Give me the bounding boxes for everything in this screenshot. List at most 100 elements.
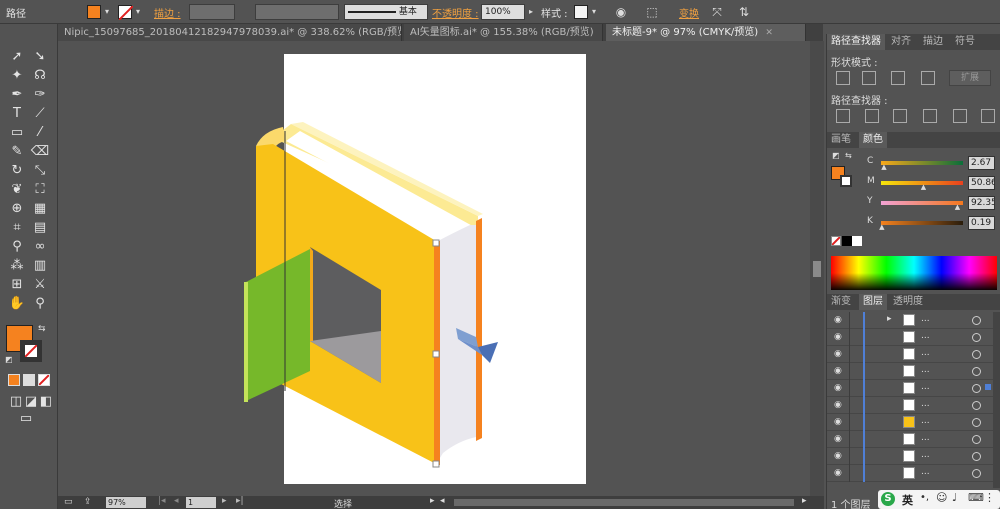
layers-scrollbar[interactable] bbox=[993, 312, 1000, 488]
layer-row[interactable]: ◉... bbox=[827, 448, 993, 465]
ime-menu-icon[interactable]: ⋮ bbox=[984, 491, 995, 504]
status-menu-icon[interactable]: ▸ bbox=[430, 496, 435, 506]
tab-gradient[interactable]: 渐变 bbox=[827, 294, 855, 310]
layer-row[interactable]: ◉... bbox=[827, 346, 993, 363]
zoom-tool-icon[interactable]: ⚲ bbox=[30, 295, 50, 313]
column-graph-tool-icon[interactable]: ▥ bbox=[30, 257, 50, 275]
black-swatch[interactable] bbox=[842, 236, 852, 246]
shape-builder-tool-icon[interactable]: ⊕ bbox=[7, 200, 27, 218]
vertical-scrollbar[interactable] bbox=[810, 41, 824, 496]
stroke-color-box[interactable] bbox=[20, 340, 42, 362]
layer-row[interactable]: ◉... bbox=[827, 329, 993, 346]
recolor-artwork-icon[interactable]: ◉ bbox=[612, 3, 630, 21]
target-circle-icon[interactable] bbox=[972, 452, 981, 461]
tab-symbols[interactable]: 符号 bbox=[951, 34, 979, 50]
expand-triangle-icon[interactable]: ▸ bbox=[887, 314, 892, 324]
ime-mode-label[interactable]: 英 bbox=[902, 492, 913, 508]
magic-wand-tool-icon[interactable]: ✦ bbox=[7, 67, 27, 85]
tab-brushes[interactable]: 画笔 bbox=[827, 132, 855, 148]
ime-emoji-icon[interactable]: ☺ bbox=[936, 491, 947, 504]
merge-icon[interactable] bbox=[893, 109, 907, 123]
blend-tool-icon[interactable]: ∞ bbox=[30, 238, 50, 256]
pencil-tool-icon[interactable]: ✎ bbox=[7, 143, 27, 161]
hand-tool-icon[interactable]: ✋ bbox=[7, 295, 27, 313]
ime-punctuation-icon[interactable]: •, bbox=[920, 492, 929, 503]
layer-name[interactable]: ... bbox=[921, 382, 930, 392]
none-mode-button[interactable] bbox=[38, 374, 50, 386]
chevron-down-icon[interactable]: ▾ bbox=[590, 5, 598, 19]
slider-track[interactable] bbox=[881, 201, 963, 205]
slice-tool-icon[interactable]: ⚔ bbox=[30, 276, 50, 294]
stroke-none-swatch[interactable] bbox=[118, 5, 134, 21]
artboard-tool-icon[interactable]: ⊞ bbox=[7, 276, 27, 294]
tab-transparency[interactable]: 透明度 bbox=[889, 294, 927, 310]
scroll-right-icon[interactable]: ▸ bbox=[802, 496, 807, 506]
cmyk-slider-m[interactable]: M ▲ 50.86 bbox=[827, 175, 1000, 193]
direct-selection-tool-icon[interactable]: ➘ bbox=[30, 48, 50, 66]
warp-tool-icon[interactable]: ❦ bbox=[7, 181, 27, 199]
canvas-area[interactable] bbox=[58, 41, 810, 496]
chevron-down-icon[interactable]: ▾ bbox=[134, 5, 142, 19]
channel-value-field[interactable]: 50.86 bbox=[968, 176, 995, 190]
isolate-icon[interactable]: ⤧ bbox=[708, 3, 726, 21]
gradient-tool-icon[interactable]: ▤ bbox=[30, 219, 50, 237]
target-circle-icon[interactable] bbox=[972, 384, 981, 393]
close-icon[interactable]: ✕ bbox=[765, 28, 773, 38]
last-artboard-icon[interactable]: ▸| bbox=[236, 496, 244, 506]
tab-align[interactable]: 对齐 bbox=[887, 34, 915, 50]
zoom-field[interactable]: 97% bbox=[106, 497, 146, 508]
exclude-icon[interactable] bbox=[921, 71, 935, 85]
scroll-left-icon[interactable]: ◂ bbox=[440, 496, 445, 506]
slider-thumb-icon[interactable]: ▲ bbox=[955, 203, 960, 211]
unite-icon[interactable] bbox=[836, 71, 850, 85]
target-circle-icon[interactable] bbox=[972, 435, 981, 444]
tab-stroke[interactable]: 描边 bbox=[919, 34, 947, 50]
target-circle-icon[interactable] bbox=[972, 350, 981, 359]
layer-row[interactable]: ◉... bbox=[827, 465, 993, 482]
transform-link[interactable]: 变换 bbox=[679, 5, 699, 20]
target-circle-icon[interactable] bbox=[972, 333, 981, 342]
eye-icon[interactable]: ◉ bbox=[834, 349, 842, 359]
layer-name[interactable]: ... bbox=[921, 365, 930, 375]
selection-tool-icon[interactable]: ➚ bbox=[7, 48, 27, 66]
layer-name[interactable]: ... bbox=[921, 314, 930, 324]
perspective-grid-tool-icon[interactable]: ▦ bbox=[30, 200, 50, 218]
artboard-nav-icon[interactable]: ▭ bbox=[64, 497, 73, 507]
layer-row[interactable]: ◉ ▸... bbox=[827, 312, 993, 329]
graphic-style-swatch[interactable] bbox=[574, 5, 588, 19]
tab-pathfinder[interactable]: 路径查找器 bbox=[827, 34, 885, 50]
slider-track[interactable] bbox=[881, 161, 963, 165]
cmyk-slider-k[interactable]: K ▲ 0.19 bbox=[827, 215, 1000, 233]
paintbrush-tool-icon[interactable]: ⁄ bbox=[30, 124, 50, 142]
chevron-down-icon[interactable]: ▾ bbox=[103, 5, 111, 19]
eyedropper-tool-icon[interactable]: ⚲ bbox=[7, 238, 27, 256]
screen-mode-icon[interactable]: ▭ bbox=[16, 410, 36, 428]
none-color-swatch[interactable] bbox=[831, 236, 841, 246]
eraser-tool-icon[interactable]: ⌫ bbox=[30, 143, 50, 161]
layer-name[interactable]: ... bbox=[921, 399, 930, 409]
layer-name[interactable]: ... bbox=[921, 433, 930, 443]
anchor-point[interactable] bbox=[432, 460, 440, 468]
intersect-icon[interactable] bbox=[891, 71, 905, 85]
eye-icon[interactable]: ◉ bbox=[834, 383, 842, 393]
stroke-style-select[interactable]: 基本 bbox=[344, 4, 428, 20]
opacity-field[interactable]: 100% bbox=[481, 4, 525, 20]
first-artboard-icon[interactable]: |◂ bbox=[158, 496, 166, 506]
color-spectrum[interactable] bbox=[831, 256, 997, 290]
eye-icon[interactable]: ◉ bbox=[834, 417, 842, 427]
outline-icon[interactable] bbox=[953, 109, 967, 123]
cmyk-slider-y[interactable]: Y ▲ 92.35 bbox=[827, 195, 1000, 213]
anchor-point[interactable] bbox=[432, 350, 440, 358]
target-circle-icon[interactable] bbox=[972, 418, 981, 427]
lasso-tool-icon[interactable]: ☊ bbox=[30, 67, 50, 85]
eye-icon[interactable]: ◉ bbox=[834, 400, 842, 410]
slider-thumb-icon[interactable]: ▲ bbox=[879, 223, 884, 231]
prev-artboard-icon[interactable]: ◂ bbox=[174, 496, 179, 506]
book-illustration[interactable] bbox=[58, 41, 810, 496]
doc-tab-ai-icon[interactable]: AI矢量图标.ai* @ 155.38% (RGB/预览) bbox=[404, 24, 603, 41]
layer-row[interactable]: ◉... bbox=[827, 431, 993, 448]
eye-icon[interactable]: ◉ bbox=[834, 468, 842, 478]
variable-width-field[interactable] bbox=[255, 4, 339, 20]
align-to-icon[interactable]: ⬚ bbox=[643, 3, 661, 21]
doc-tab-untitled-9[interactable]: 未标题-9* @ 97% (CMYK/预览) ✕ bbox=[606, 24, 806, 41]
